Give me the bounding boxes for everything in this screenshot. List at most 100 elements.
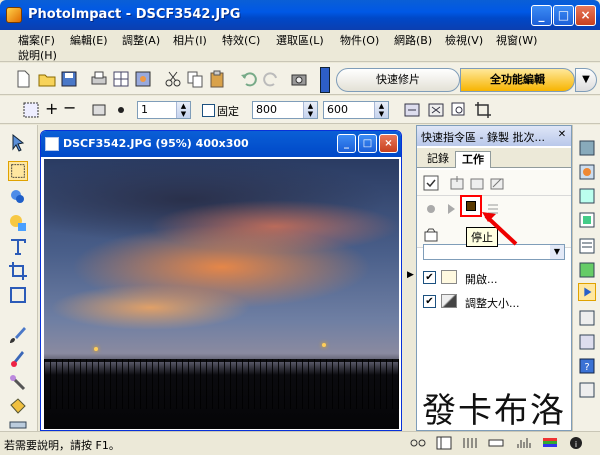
color-palette-icon[interactable] xyxy=(542,436,558,450)
cut-icon[interactable] xyxy=(164,70,182,88)
menu-help[interactable]: 說明(H) xyxy=(18,47,57,63)
panel-icon-2[interactable] xyxy=(578,163,596,181)
lasso-tool-icon[interactable] xyxy=(8,187,28,207)
photoimpact-app-icon[interactable] xyxy=(6,7,22,23)
panel-icon-4[interactable] xyxy=(578,211,596,229)
rectangle-shape-icon[interactable] xyxy=(90,101,108,119)
retouch-tool-icon[interactable] xyxy=(8,373,28,393)
eraser-tool-icon[interactable] xyxy=(8,421,28,429)
swap-dimensions-icon[interactable] xyxy=(403,101,421,119)
menu-adjust[interactable]: 調整(A) xyxy=(122,32,160,48)
menu-window[interactable]: 視窗(W) xyxy=(496,32,537,48)
undo-icon[interactable] xyxy=(240,70,258,88)
record-icon[interactable] xyxy=(423,201,439,217)
info-icon[interactable]: i xyxy=(568,436,584,450)
command-checkbox[interactable]: ✔ xyxy=(423,271,436,284)
panel-icon-5[interactable] xyxy=(578,237,596,255)
camera-icon[interactable] xyxy=(290,70,308,88)
layout-icon[interactable] xyxy=(436,436,452,450)
clone-tool-icon[interactable] xyxy=(8,349,28,369)
panel-icon-1[interactable] xyxy=(578,139,596,157)
image-document-window[interactable]: DSCF3542.JPG (95%) 400x300 _ □ × xyxy=(40,130,402,431)
image-icon[interactable] xyxy=(134,70,152,88)
transform-tool-icon[interactable] xyxy=(8,285,28,305)
redo-icon[interactable] xyxy=(262,70,280,88)
panel-title: 快速指令區 - 錄製 批次... xyxy=(417,126,571,146)
menu-edit[interactable]: 編輯(E) xyxy=(70,32,108,48)
tab-record[interactable]: 記錄 xyxy=(421,151,455,168)
menu-effect[interactable]: 特效(C) xyxy=(222,32,260,48)
fixed-checkbox[interactable] xyxy=(202,104,215,117)
magic-wand-tool-icon[interactable] xyxy=(8,213,28,233)
brush-size-stepper[interactable]: 1 ▲ ▼ xyxy=(137,101,191,119)
toolbar-overflow-chevron[interactable] xyxy=(320,67,330,93)
document-minimize-button[interactable]: _ xyxy=(337,134,356,153)
panel-icon-6[interactable] xyxy=(578,261,596,279)
fill-tool-icon[interactable] xyxy=(8,397,28,417)
panel-icon-11[interactable] xyxy=(578,381,596,399)
menu-photo[interactable]: 相片(I) xyxy=(173,32,207,48)
panel-icon-8[interactable] xyxy=(578,309,596,327)
new-file-icon[interactable] xyxy=(14,70,32,88)
subtract-icon[interactable]: − xyxy=(63,98,76,117)
glasses-icon[interactable] xyxy=(410,436,426,450)
help-icon[interactable]: ? xyxy=(578,357,596,375)
svg-text:i: i xyxy=(575,440,577,449)
command-label: 開啟... xyxy=(465,273,498,286)
menu-object[interactable]: 物件(O) xyxy=(340,32,379,48)
text-tool-icon[interactable] xyxy=(8,237,28,257)
grid-icon[interactable] xyxy=(112,70,130,88)
paste-icon[interactable] xyxy=(208,70,226,88)
full-edit-mode-button[interactable]: 全功能編輯 xyxy=(460,68,575,92)
height-stepper[interactable]: 600 ▲ ▼ xyxy=(323,101,389,119)
document-title-bar[interactable]: DSCF3542.JPG (95%) 400x300 _ □ × xyxy=(41,131,401,157)
document-maximize-button[interactable]: □ xyxy=(358,134,377,153)
selection-tool-icon[interactable] xyxy=(8,161,28,181)
copy-icon[interactable] xyxy=(186,70,204,88)
command-list-item[interactable]: ✔ 開啟... xyxy=(417,266,571,290)
command-checkbox[interactable]: ✔ xyxy=(423,295,436,308)
crop-icon[interactable] xyxy=(474,101,492,119)
width-stepper[interactable]: 800 ▲ ▼ xyxy=(252,101,318,119)
panel-close-icon[interactable]: ✕ xyxy=(556,129,568,141)
checkmark-icon[interactable] xyxy=(423,175,439,191)
ruler-icon[interactable] xyxy=(488,436,504,450)
tab-task[interactable]: 工作 xyxy=(455,151,491,168)
edit-command-icon[interactable] xyxy=(489,175,505,191)
crop-tool-icon[interactable] xyxy=(8,261,28,281)
panel-icon-3[interactable] xyxy=(578,187,596,205)
command-list-item[interactable]: ✔ 調整大小... xyxy=(417,290,571,314)
menu-web[interactable]: 網路(B) xyxy=(394,32,432,48)
add-icon[interactable]: + xyxy=(45,99,58,118)
selection-tool-icon[interactable] xyxy=(22,101,40,119)
mode-dropdown-chevron-icon[interactable]: ▼ xyxy=(575,68,597,92)
quick-edit-mode-button[interactable]: 快速修片 xyxy=(336,68,460,92)
histogram-icon[interactable] xyxy=(516,436,532,450)
menu-file[interactable]: 檔案(F) xyxy=(18,32,55,48)
columns-icon[interactable] xyxy=(462,436,478,450)
play-icon[interactable] xyxy=(443,201,459,217)
quick-command-panel-icon[interactable] xyxy=(578,283,596,301)
menu-selection[interactable]: 選取區(L) xyxy=(276,32,324,48)
stop-button[interactable] xyxy=(460,195,482,217)
menu-view[interactable]: 檢視(V) xyxy=(445,32,483,48)
add-command-icon[interactable] xyxy=(449,175,465,191)
panel-collapse-arrow-icon[interactable]: ▶ xyxy=(407,270,415,284)
minimize-button[interactable]: _ xyxy=(531,5,552,26)
pick-tool-icon[interactable] xyxy=(8,133,28,153)
brush-dot-icon[interactable] xyxy=(112,101,130,119)
sunset-photo-canvas[interactable] xyxy=(44,159,399,429)
fixed-ratio-icon[interactable] xyxy=(427,101,445,119)
app-title-bar[interactable]: PhotoImpact - DSCF3542.JPG _ □ × xyxy=(0,0,600,30)
document-close-button[interactable]: × xyxy=(379,134,398,153)
save-icon[interactable] xyxy=(60,70,78,88)
zoom-selection-icon[interactable] xyxy=(450,101,468,119)
maximize-button[interactable]: □ xyxy=(553,5,574,26)
open-folder-icon[interactable] xyxy=(38,70,56,88)
remove-command-icon[interactable] xyxy=(469,175,485,191)
print-icon[interactable] xyxy=(90,70,108,88)
panel-icon-9[interactable] xyxy=(578,333,596,351)
paint-brush-tool-icon[interactable] xyxy=(8,325,28,345)
close-button[interactable]: × xyxy=(575,5,596,26)
camera-save-icon[interactable] xyxy=(423,227,439,243)
